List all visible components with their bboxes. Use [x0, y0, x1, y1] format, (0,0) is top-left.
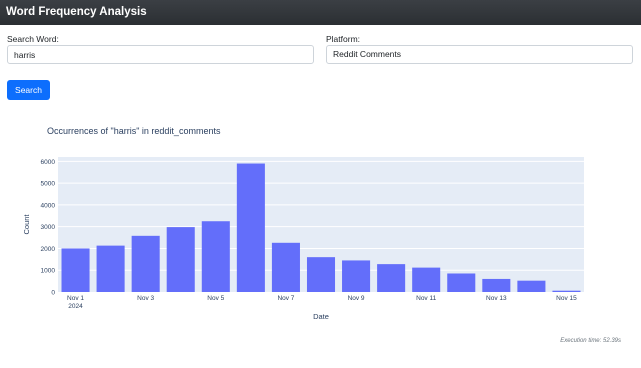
y-tick-label: 0 — [51, 290, 55, 297]
app-title: Word Frequency Analysis — [6, 6, 147, 18]
x-tick-label: Nov 7 — [277, 295, 294, 302]
x-tick-label: Nov 15 — [556, 295, 577, 302]
bar[interactable] — [166, 227, 195, 292]
bar[interactable] — [306, 257, 336, 292]
y-tick-label: 6000 — [41, 159, 56, 166]
chart-title: Occurrences of "harris" in reddit_commen… — [47, 126, 221, 136]
y-tick-label: 4000 — [41, 202, 56, 209]
y-tick-label: 3000 — [41, 224, 56, 231]
bar[interactable] — [271, 242, 300, 292]
y-tick-label: 5000 — [41, 181, 56, 188]
bar[interactable] — [61, 248, 90, 292]
x-tick-label: Nov 1 — [67, 295, 84, 302]
frequency-chart: Occurrences of "harris" in reddit_commen… — [22, 126, 584, 321]
bar[interactable] — [412, 267, 441, 292]
bar[interactable] — [342, 260, 371, 292]
y-tick-label: 2000 — [41, 246, 56, 253]
x-axis-label: Date — [313, 312, 329, 321]
platform-select[interactable]: Reddit Comments — [326, 45, 633, 64]
platform-label: Platform: — [326, 34, 361, 44]
bar[interactable] — [447, 273, 476, 292]
y-tick-label: 1000 — [41, 268, 56, 275]
bar[interactable] — [96, 245, 125, 292]
x-tick-label: Nov 9 — [348, 295, 365, 302]
bar[interactable] — [201, 221, 230, 292]
bar[interactable] — [131, 235, 160, 292]
x-tick-sublabel: 2024 — [68, 303, 83, 310]
execution-time: Execution time: 52.39s — [560, 338, 621, 344]
search-button[interactable]: Search — [7, 80, 50, 100]
search-input[interactable] — [7, 45, 314, 64]
app-title-bar: Word Frequency Analysis — [0, 0, 641, 25]
x-tick-label: Nov 3 — [137, 295, 154, 302]
bar[interactable] — [377, 264, 406, 292]
x-tick-label: Nov 13 — [486, 295, 507, 302]
bar[interactable] — [517, 280, 546, 292]
x-tick-label: Nov 5 — [207, 295, 224, 302]
bar[interactable] — [552, 290, 581, 292]
y-axis-label: Count — [22, 214, 31, 235]
x-tick-label: Nov 11 — [416, 295, 436, 302]
bar[interactable] — [236, 163, 265, 292]
bar[interactable] — [482, 278, 511, 292]
search-word-label: Search Word: — [7, 34, 59, 44]
